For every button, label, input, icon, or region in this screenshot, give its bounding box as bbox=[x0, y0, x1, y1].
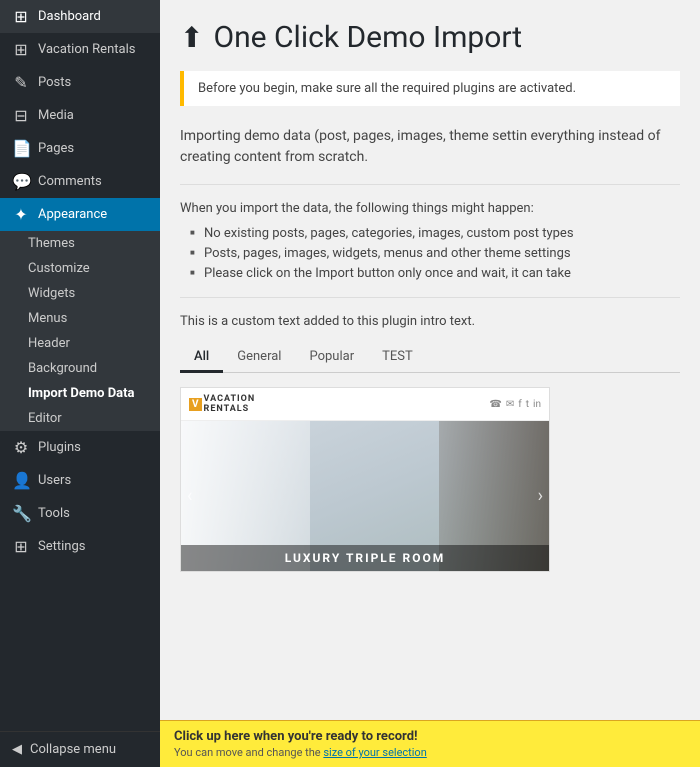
divider-2 bbox=[180, 297, 680, 298]
vr-logo-v: V bbox=[189, 398, 202, 411]
submenu-customize[interactable]: Customize bbox=[0, 256, 160, 281]
bottom-bar: Click up here when you're ready to recor… bbox=[160, 720, 700, 767]
sidebar-item-label: Dashboard bbox=[38, 9, 101, 24]
bullet-item-1: No existing posts, pages, categories, im… bbox=[190, 226, 680, 241]
main-area: ⬆ One Click Demo Import Before you begin… bbox=[160, 0, 700, 767]
vr-brand-text: VACATION RENTALS bbox=[204, 394, 256, 414]
page-title-text: One Click Demo Import bbox=[213, 20, 522, 55]
collapse-icon: ◀ bbox=[12, 742, 22, 757]
header-nav-links: ☎ ✉ f t in bbox=[489, 399, 541, 410]
submenu-menus[interactable]: Menus bbox=[0, 306, 160, 331]
tab-all[interactable]: All bbox=[180, 343, 223, 373]
sidebar: ⊞ Dashboard ⊞ Vacation Rentals ✎ Posts ⊟… bbox=[0, 0, 160, 767]
collapse-label: Collapse menu bbox=[30, 742, 116, 757]
intro-text: Importing demo data (post, pages, images… bbox=[180, 126, 680, 168]
posts-icon: ✎ bbox=[12, 73, 30, 92]
sidebar-item-label: Posts bbox=[38, 75, 71, 90]
vr-logo: V VACATION RENTALS bbox=[189, 394, 255, 414]
demo-preview-header: V VACATION RENTALS ☎ ✉ f t in bbox=[181, 388, 549, 421]
bullet-list: No existing posts, pages, categories, im… bbox=[190, 226, 680, 281]
collapse-menu-button[interactable]: ◀ Collapse menu bbox=[0, 731, 160, 767]
sidebar-item-label: Comments bbox=[38, 174, 102, 189]
settings-icon: ⊞ bbox=[12, 537, 30, 556]
sidebar-item-media[interactable]: ⊟ Media bbox=[0, 99, 160, 132]
next-arrow[interactable]: › bbox=[538, 486, 543, 507]
bottom-bar-subtitle: You can move and change the size of your… bbox=[174, 746, 686, 759]
submenu-editor[interactable]: Editor bbox=[0, 406, 160, 431]
when-import-text: When you import the data, the following … bbox=[180, 201, 680, 216]
room-label: LUXURY TRIPLE ROOM bbox=[181, 545, 549, 571]
plugins-icon: ⚙ bbox=[12, 438, 30, 457]
appearance-icon: ✦ bbox=[12, 205, 30, 224]
vacation-rentals-icon: ⊞ bbox=[12, 40, 30, 59]
users-icon: 👤 bbox=[12, 471, 30, 490]
demo-tabs: All General Popular TEST bbox=[180, 343, 680, 373]
sidebar-item-comments[interactable]: 💬 Comments bbox=[0, 165, 160, 198]
bottom-spacer bbox=[180, 572, 680, 592]
sidebar-item-label: Settings bbox=[38, 539, 85, 554]
bullet-item-2: Posts, pages, images, widgets, menus and… bbox=[190, 246, 680, 261]
sidebar-item-settings[interactable]: ⊞ Settings bbox=[0, 530, 160, 563]
sidebar-item-pages[interactable]: 📄 Pages bbox=[0, 132, 160, 165]
submenu-background[interactable]: Background bbox=[0, 356, 160, 381]
tab-general[interactable]: General bbox=[223, 343, 295, 373]
sidebar-item-plugins[interactable]: ⚙ Plugins bbox=[0, 431, 160, 464]
sidebar-item-tools[interactable]: 🔧 Tools bbox=[0, 497, 160, 530]
submenu-header[interactable]: Header bbox=[0, 331, 160, 356]
notice-box: Before you begin, make sure all the requ… bbox=[180, 71, 680, 106]
sidebar-item-label: Vacation Rentals bbox=[38, 42, 135, 57]
page-title: ⬆ One Click Demo Import bbox=[180, 20, 680, 55]
submenu-import-demo[interactable]: Import Demo Data bbox=[0, 381, 160, 406]
highlight-text: size of your selection bbox=[323, 746, 426, 759]
sidebar-item-label: Plugins bbox=[38, 440, 81, 455]
custom-text: This is a custom text added to this plug… bbox=[180, 314, 680, 329]
bullet-item-3: Please click on the Import button only o… bbox=[190, 266, 680, 281]
sidebar-item-vacation-rentals[interactable]: ⊞ Vacation Rentals bbox=[0, 33, 160, 66]
appearance-submenu: Themes Customize Widgets Menus Header Ba… bbox=[0, 231, 160, 431]
media-icon: ⊟ bbox=[12, 106, 30, 125]
notice-text: Before you begin, make sure all the requ… bbox=[198, 81, 576, 96]
content-area: ⬆ One Click Demo Import Before you begin… bbox=[160, 0, 700, 720]
prev-arrow[interactable]: ‹ bbox=[187, 486, 192, 507]
submenu-widgets[interactable]: Widgets bbox=[0, 281, 160, 306]
bottom-bar-title: Click up here when you're ready to recor… bbox=[174, 729, 686, 744]
sidebar-item-label: Tools bbox=[38, 506, 70, 521]
divider-1 bbox=[180, 184, 680, 185]
sidebar-item-appearance[interactable]: ✦ Appearance bbox=[0, 198, 160, 231]
sidebar-item-label: Appearance bbox=[38, 207, 107, 222]
demo-preview-image: ‹ › LUXURY TRIPLE ROOM bbox=[181, 421, 549, 571]
tab-test[interactable]: TEST bbox=[368, 343, 427, 373]
tab-popular[interactable]: Popular bbox=[295, 343, 368, 373]
demo-preview-card: V VACATION RENTALS ☎ ✉ f t in ‹ bbox=[180, 387, 550, 572]
sidebar-item-users[interactable]: 👤 Users bbox=[0, 464, 160, 497]
dashboard-icon: ⊞ bbox=[12, 7, 30, 26]
pages-icon: 📄 bbox=[12, 139, 30, 158]
sidebar-item-dashboard[interactable]: ⊞ Dashboard bbox=[0, 0, 160, 33]
sidebar-item-posts[interactable]: ✎ Posts bbox=[0, 66, 160, 99]
upload-icon: ⬆ bbox=[180, 21, 203, 54]
sidebar-item-label: Pages bbox=[38, 141, 74, 156]
submenu-themes[interactable]: Themes bbox=[0, 231, 160, 256]
comments-icon: 💬 bbox=[12, 172, 30, 191]
sidebar-item-label: Media bbox=[38, 108, 74, 123]
tools-icon: 🔧 bbox=[12, 504, 30, 523]
sidebar-item-label: Users bbox=[38, 473, 71, 488]
